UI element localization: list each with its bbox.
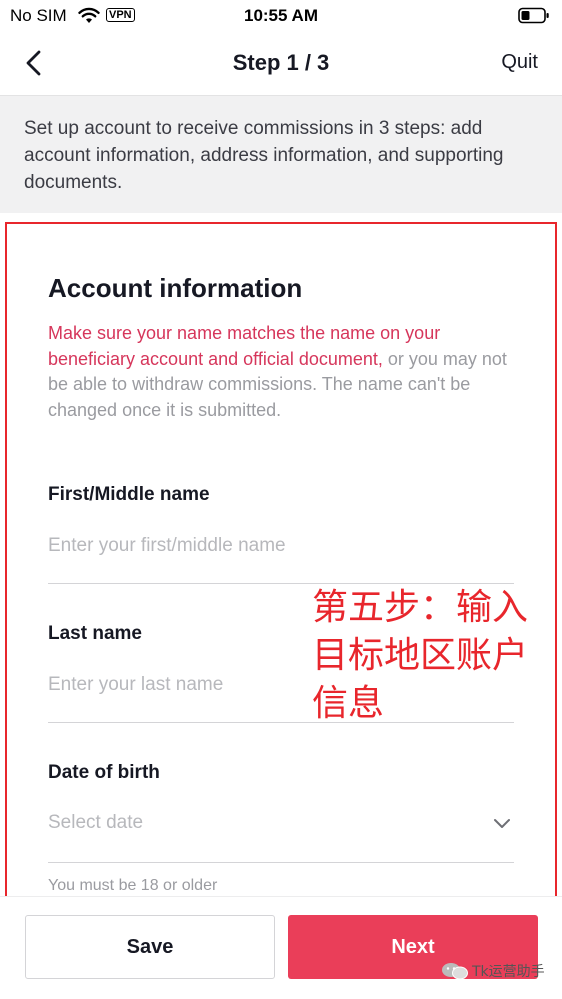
date-of-birth-select[interactable]: Select date: [48, 812, 143, 834]
save-button[interactable]: Save: [25, 915, 275, 979]
date-of-birth-underline: [48, 862, 514, 863]
status-bar: No SIM VPN 10:55 AM: [0, 0, 562, 32]
section-title: Account information: [48, 273, 303, 303]
quit-button[interactable]: Quit: [501, 51, 538, 74]
watermark-text: Tk运营助手: [472, 964, 545, 980]
first-name-label: First/Middle name: [48, 484, 210, 505]
chevron-down-icon[interactable]: [492, 816, 512, 830]
name-warning: Make sure your name matches the name on …: [48, 321, 518, 423]
intro-banner: Set up account to receive commissions in…: [0, 95, 562, 213]
intro-text: Set up account to receive commissions in…: [24, 118, 504, 193]
last-name-label: Last name: [48, 623, 142, 644]
warning-highlight: Make sure your name matches the name on …: [48, 323, 441, 369]
nav-bar: Step 1 / 3 Quit: [0, 32, 562, 94]
age-hint: You must be 18 or older: [48, 877, 218, 894]
first-name-input[interactable]: [48, 531, 514, 561]
date-of-birth-label: Date of birth: [48, 762, 160, 783]
battery-icon: [518, 7, 549, 24]
wechat-icon: [442, 963, 468, 980]
watermark: Tk运营助手: [440, 961, 545, 981]
status-time: 10:55 AM: [243, 6, 318, 25]
page-title: Step 1 / 3: [232, 50, 330, 75]
step-annotation: 第五步：输入目标地区账户信息: [312, 587, 529, 724]
